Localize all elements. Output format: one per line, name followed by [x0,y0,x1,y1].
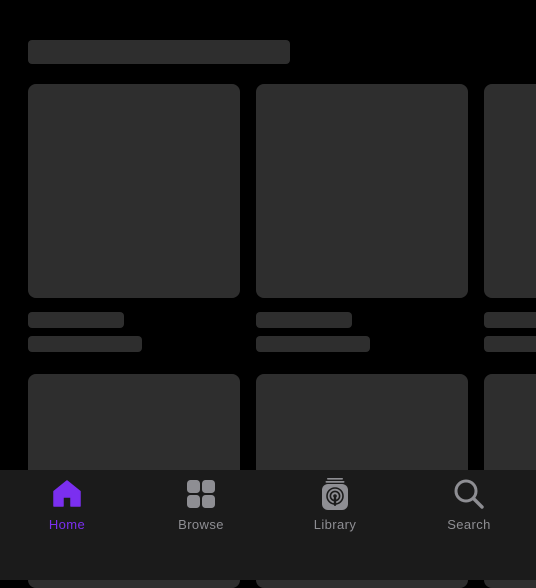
podcast-library-icon [322,478,348,510]
tab-label: Library [313,517,357,532]
tab-label: Search [447,517,491,532]
subtitle-line-placeholder [484,336,536,352]
tab-search[interactable]: Search [402,470,536,550]
tab-browse[interactable]: Browse [134,470,268,550]
tab-library[interactable]: Library [268,470,402,550]
grid-icon [187,480,215,508]
tab-label: Browse [178,517,224,532]
title-line-placeholder [256,312,352,328]
search-icon [454,479,484,509]
title-line-placeholder [28,312,124,328]
artwork-placeholder [28,84,240,298]
tab-label: Home [48,517,86,532]
subtitle-line-placeholder [256,336,370,352]
subtitle-line-placeholder [28,336,142,352]
artwork-placeholder [484,84,536,298]
artwork-placeholder [256,84,468,298]
tab-home[interactable]: Home [0,470,134,550]
title-line-placeholder [484,312,536,328]
home-icon [53,480,81,507]
tab-bar: Home Browse Library Search [0,470,536,580]
section-title-placeholder [28,40,290,64]
